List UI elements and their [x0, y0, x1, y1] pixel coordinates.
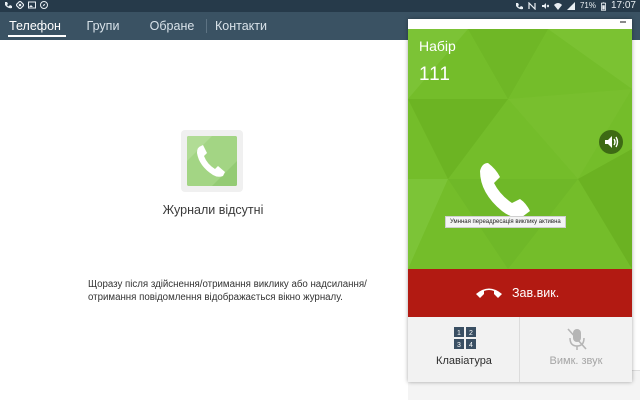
status-right-icons: 71% 17:07: [515, 0, 636, 12]
mic-off-icon: [567, 328, 587, 350]
keypad-button[interactable]: 1 2 3 4 Клавіатура: [408, 317, 520, 382]
image-icon: [28, 1, 36, 9]
hang-up-icon: [476, 288, 502, 298]
signal-icon: [566, 2, 575, 10]
svg-text:1: 1: [457, 330, 461, 337]
tab-phone[interactable]: Телефон: [4, 12, 66, 40]
tab-label: Групи: [86, 19, 120, 33]
location-icon: [16, 1, 24, 9]
battery-icon: [600, 1, 606, 11]
minimize-icon[interactable]: [620, 21, 626, 23]
call-status-panel: Набір 111 Умнная переадресація виклику а…: [408, 29, 632, 269]
svg-text:2: 2: [469, 330, 473, 337]
popup-header-bar: [408, 19, 632, 29]
active-tab-indicator: [8, 35, 66, 37]
tab-divider: [206, 19, 207, 33]
nfc-icon: [528, 2, 536, 10]
status-bar: 71% 17:07: [0, 0, 640, 12]
keypad-label: Клавіатура: [436, 355, 492, 367]
mute-icon: [541, 3, 549, 9]
call-actions-bar: 1 2 3 4 Клавіатура Вимк. звук: [408, 317, 632, 382]
svg-text:3: 3: [457, 342, 461, 349]
call-popup: Набір 111 Умнная переадресація виклику а…: [408, 19, 632, 382]
missed-call-icon: [5, 2, 12, 9]
battery-percent: 71%: [579, 1, 596, 10]
tab-contacts[interactable]: Контакти: [210, 12, 272, 40]
end-call-label: Зав.вик.: [512, 286, 560, 300]
smart-forwarding-tooltip: Умнная переадресація виклику активна: [445, 216, 566, 228]
mute-button[interactable]: Вимк. звук: [520, 317, 632, 382]
speaker-icon: [605, 136, 619, 148]
svg-text:4: 4: [469, 342, 473, 349]
end-call-button[interactable]: Зав.вик.: [408, 269, 632, 317]
clock: 17:07: [610, 0, 636, 11]
wifi-icon: [553, 3, 562, 10]
empty-log-title: Журнали відсутні: [162, 203, 264, 217]
tab-label: Контакти: [215, 19, 267, 33]
keypad-icon: 1 2 3 4: [454, 327, 476, 349]
status-left-icons: [4, 1, 48, 9]
call-state-title: Набір: [419, 38, 456, 54]
empty-log-description: Щоразу після здійснення/отримання виклик…: [88, 279, 367, 303]
compass-icon: [40, 1, 48, 9]
empty-log-icon-frame: [181, 130, 243, 192]
call-icon: [515, 3, 523, 10]
tab-groups[interactable]: Групи: [78, 12, 128, 40]
speaker-button[interactable]: [599, 130, 623, 154]
phone-tile-graphic: [187, 136, 237, 186]
tab-label: Обране: [149, 19, 195, 33]
phone-icon: [187, 136, 237, 186]
tab-favorites[interactable]: Обране: [146, 12, 198, 40]
mute-label: Вимк. звук: [549, 355, 603, 367]
tab-label: Телефон: [9, 19, 61, 33]
dialed-number: 111: [419, 64, 451, 85]
